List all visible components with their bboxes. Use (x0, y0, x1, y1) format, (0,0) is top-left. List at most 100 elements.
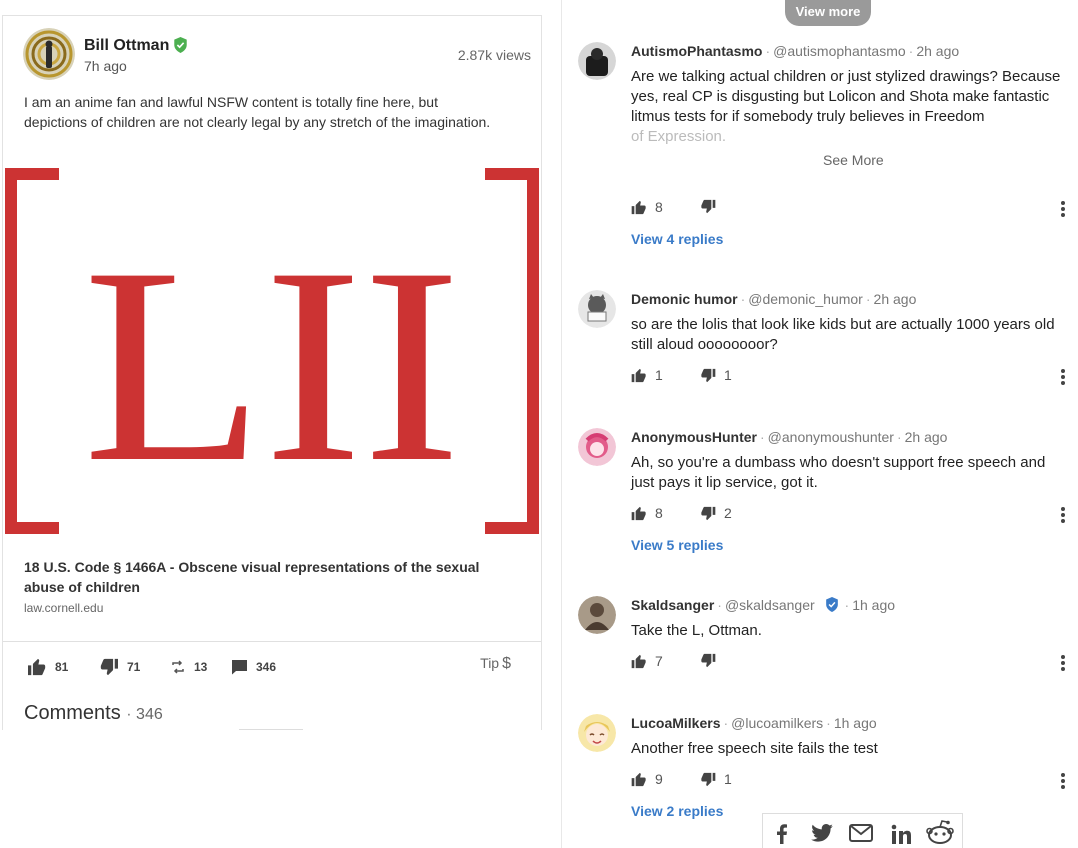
link-title[interactable]: 18 U.S. Code § 1466A - Obscene visual re… (24, 557, 514, 597)
link-domain: law.cornell.edu (24, 601, 104, 615)
reddit-icon[interactable] (926, 820, 954, 844)
facebook-icon[interactable] (777, 824, 787, 846)
see-more-button[interactable]: See More (823, 152, 884, 168)
comment-upvote-button[interactable]: 9 (631, 771, 663, 787)
comment-avatar[interactable] (578, 596, 616, 634)
comment-button[interactable]: 346 (231, 656, 276, 678)
comment-username[interactable]: Skaldsanger (631, 597, 714, 613)
comment-upvote-button[interactable]: 1 (631, 367, 663, 383)
comment-downvote-button[interactable]: 2 (700, 505, 732, 521)
comment-upvote-count: 8 (655, 199, 663, 215)
twitter-icon[interactable] (811, 824, 833, 846)
thumbs-down-icon (701, 772, 716, 786)
comment-downvote-count: 1 (724, 367, 732, 383)
comment-handle[interactable]: @skaldsanger (725, 597, 815, 613)
comment-menu-icon[interactable] (1060, 654, 1066, 672)
comment-text: Take the L, Ottman. (631, 622, 762, 639)
tip-label: Tip (480, 655, 500, 671)
view-replies-link[interactable]: View 2 replies (631, 803, 723, 819)
post-views: 2.87k views (457, 47, 531, 63)
comment-item: Skaldsanger · @skaldsanger · 1h ago Take th… (578, 596, 1073, 676)
tip-button[interactable]: Tip $ (480, 655, 511, 673)
comment-upvote-count: 8 (655, 505, 663, 521)
comment-time[interactable]: 1h ago (852, 597, 895, 613)
linkedin-icon[interactable] (891, 824, 911, 846)
comment-upvote-button[interactable]: 8 (631, 199, 663, 215)
comment-text: so are the lolis that look like kids but… (631, 316, 1055, 353)
comment-count: 346 (256, 660, 277, 674)
comments-heading-label: Comments (24, 702, 121, 724)
thumbs-up-icon (631, 506, 646, 520)
comment-actions: 7 (631, 653, 1071, 673)
comment-menu-icon[interactable] (1060, 506, 1066, 524)
comment-item: AutismoPhantasmo · @autismophantasmo · 2h ag… (578, 42, 1073, 252)
verified-badge-icon (174, 37, 187, 53)
post-text: I am an anime fan and lawful NSFW conten… (24, 94, 491, 130)
thumbs-up-icon (631, 368, 646, 382)
comment-downvote-button[interactable]: 1 (700, 771, 732, 787)
thumbs-up-icon (631, 772, 646, 786)
comment-avatar[interactable] (578, 428, 616, 466)
comment-upvote-button[interactable]: 7 (631, 653, 663, 669)
comment-handle[interactable]: @autismophantasmo (773, 43, 906, 59)
comment-time[interactable]: 2h ago (905, 429, 948, 445)
comments-heading-count: 346 (136, 706, 163, 723)
comment-upvote-count: 1 (655, 367, 663, 383)
comment-body: Are we talking actual children or just s… (631, 67, 1071, 147)
comment-downvote-button[interactable]: 1 (700, 367, 732, 383)
comment-upvote-button[interactable]: 8 (631, 505, 663, 521)
thumbs-down-icon (701, 653, 716, 668)
thumbs-down-icon (100, 658, 118, 676)
comment-header: LucoaMilkers · @lucoamilkers · 1h ago (631, 715, 877, 731)
comment-header: AnonymousHunter · @anonymoushunter · 2h ago (631, 429, 948, 445)
repost-icon (172, 660, 184, 674)
comment-username[interactable]: Demonic humor (631, 291, 738, 307)
email-icon[interactable] (849, 824, 873, 846)
post-card: Bill Ottman 7h ago 2.87k views I am an a… (2, 15, 542, 730)
view-replies-link[interactable]: View 5 replies (631, 537, 723, 553)
remind-button[interactable]: 13 (170, 656, 207, 678)
post-divider (3, 641, 541, 642)
upvote-button[interactable]: 81 (27, 656, 68, 678)
comment-avatar[interactable] (578, 714, 616, 752)
comment-handle[interactable]: @demonic_humor (748, 291, 863, 307)
comment-actions: 1 1 (631, 367, 1071, 387)
view-replies-link[interactable]: View 4 replies (631, 231, 723, 247)
link-preview-image[interactable]: LII (3, 166, 541, 541)
comment-downvote-count: 1 (724, 771, 732, 787)
comment-username[interactable]: AutismoPhantasmo (631, 43, 762, 59)
comment-avatar[interactable] (578, 42, 616, 80)
thumbs-up-icon (631, 654, 646, 668)
remind-count: 13 (194, 660, 208, 674)
comment-menu-icon[interactable] (1060, 772, 1066, 790)
post-actions: 81 71 13 346 Tip $ (3, 655, 541, 680)
comment-avatar[interactable] (578, 290, 616, 328)
comment-header: AutismoPhantasmo · @autismophantasmo · 2h ag… (631, 43, 960, 59)
view-more-button[interactable]: View more (785, 0, 871, 26)
post-header: Bill Ottman 7h ago 2.87k views (23, 28, 531, 84)
comment-time[interactable]: 2h ago (916, 43, 959, 59)
comment-time[interactable]: 1h ago (834, 715, 877, 731)
comments-heading: Comments · 346 (24, 702, 163, 724)
thumbs-up-icon (631, 200, 646, 214)
comment-text: Ah, so you're a dumbass who doesn't supp… (631, 454, 1046, 491)
comment-menu-icon[interactable] (1060, 368, 1066, 386)
comment-actions: 9 1 (631, 771, 1071, 791)
comment-username[interactable]: AnonymousHunter (631, 429, 757, 445)
comment-downvote-button[interactable] (700, 199, 724, 214)
comment-time[interactable]: 2h ago (874, 291, 917, 307)
author-name[interactable]: Bill Ottman (84, 37, 169, 55)
thumbs-down-icon (701, 199, 716, 214)
comment-text: Are we talking actual children or just s… (631, 68, 1061, 125)
comment-downvote-button[interactable] (700, 653, 724, 668)
comment-menu-icon[interactable] (1060, 200, 1066, 218)
post-timestamp[interactable]: 7h ago (84, 58, 127, 74)
author-avatar[interactable] (23, 28, 75, 80)
comment-handle[interactable]: @lucoamilkers (731, 715, 823, 731)
comment-actions: 8 (631, 199, 1071, 219)
comment-username[interactable]: LucoaMilkers (631, 715, 720, 731)
comment-upvote-count: 9 (655, 771, 663, 787)
comment-handle[interactable]: @anonymoushunter (768, 429, 894, 445)
thumbs-down-icon (701, 368, 716, 382)
downvote-button[interactable]: 71 (99, 656, 140, 678)
